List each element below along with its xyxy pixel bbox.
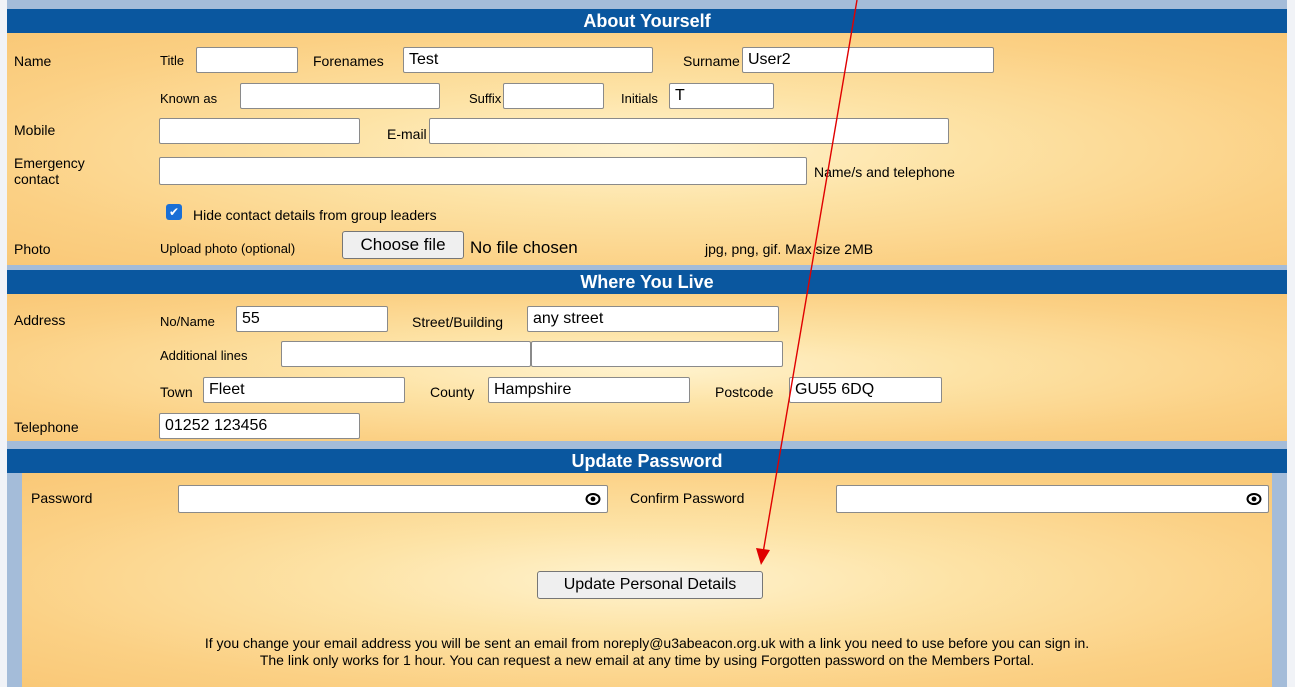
- upload-photo-label: Upload photo (optional): [160, 241, 296, 256]
- email-change-note-line-1: If you change your email address you wil…: [204, 635, 1090, 651]
- postcode-input[interactable]: GU55 6DQ: [789, 377, 942, 403]
- town-label: Town: [160, 384, 193, 400]
- choose-file-button[interactable]: Choose file: [342, 231, 464, 259]
- initials-input[interactable]: T: [669, 83, 774, 109]
- about-yourself-panel: Name Title Forenames Test Surname User2 …: [7, 33, 1287, 265]
- hide-contact-checkbox[interactable]: ✔: [166, 204, 182, 220]
- form-frame: About Yourself Name Title Forenames Test…: [7, 0, 1287, 687]
- update-password-header: Update Password: [7, 449, 1287, 473]
- telephone-label: Telephone: [14, 419, 79, 435]
- street-building-label: Street/Building: [412, 314, 504, 330]
- eye-icon[interactable]: [1246, 491, 1262, 507]
- password-input[interactable]: [178, 485, 608, 513]
- where-you-live-header: Where You Live: [7, 270, 1287, 294]
- postcode-label: Postcode: [715, 384, 774, 400]
- email-input[interactable]: [429, 118, 949, 144]
- about-yourself-header: About Yourself: [7, 9, 1287, 33]
- name-label: Name: [14, 53, 52, 69]
- hide-contact-label: Hide contact details from group leaders: [193, 207, 437, 223]
- emergency-contact-label: Emergency contact: [14, 155, 85, 187]
- mobile-input[interactable]: [159, 118, 360, 144]
- photo-label: Photo: [14, 241, 51, 257]
- email-change-note-line-2: The link only works for 1 hour. You can …: [259, 652, 1035, 668]
- surname-label: Surname: [683, 53, 740, 69]
- no-name-input[interactable]: 55: [236, 306, 388, 332]
- known-as-input[interactable]: [240, 83, 440, 109]
- suffix-label: Suffix: [469, 91, 502, 106]
- mobile-label: Mobile: [14, 122, 56, 138]
- forenames-label: Forenames: [313, 53, 384, 69]
- county-input[interactable]: Hampshire: [488, 377, 690, 403]
- street-building-input[interactable]: any street: [527, 306, 779, 332]
- telephone-input[interactable]: 01252 123456: [159, 413, 360, 439]
- title-input[interactable]: [196, 47, 298, 73]
- checkmark-icon: ✔: [168, 205, 180, 219]
- additional-lines-label: Additional lines: [160, 348, 248, 363]
- photo-format-hint: jpg, png, gif. Max size 2MB: [705, 241, 874, 257]
- eye-icon[interactable]: [585, 491, 601, 507]
- additional-line-2-input[interactable]: [531, 341, 783, 367]
- forenames-input[interactable]: Test: [403, 47, 653, 73]
- town-input[interactable]: Fleet: [203, 377, 405, 403]
- update-personal-details-button[interactable]: Update Personal Details: [537, 571, 763, 599]
- initials-label: Initials: [621, 91, 658, 106]
- where-you-live-panel: Address No/Name 55 Street/Building any s…: [7, 294, 1287, 441]
- address-label: Address: [14, 312, 66, 328]
- known-as-label: Known as: [160, 91, 218, 106]
- additional-line-1-input[interactable]: [281, 341, 531, 367]
- no-name-label: No/Name: [160, 314, 215, 329]
- county-label: County: [430, 384, 475, 400]
- emergency-contact-input[interactable]: [159, 157, 807, 185]
- password-label: Password: [31, 490, 93, 506]
- email-label: E-mail: [387, 126, 427, 142]
- no-file-chosen-label: No file chosen: [470, 238, 578, 257]
- confirm-password-label: Confirm Password: [630, 490, 745, 506]
- confirm-password-input[interactable]: [836, 485, 1269, 513]
- title-label: Title: [160, 53, 185, 68]
- suffix-input[interactable]: [503, 83, 604, 109]
- surname-input[interactable]: User2: [742, 47, 994, 73]
- emergency-contact-hint: Name/s and telephone: [814, 164, 955, 180]
